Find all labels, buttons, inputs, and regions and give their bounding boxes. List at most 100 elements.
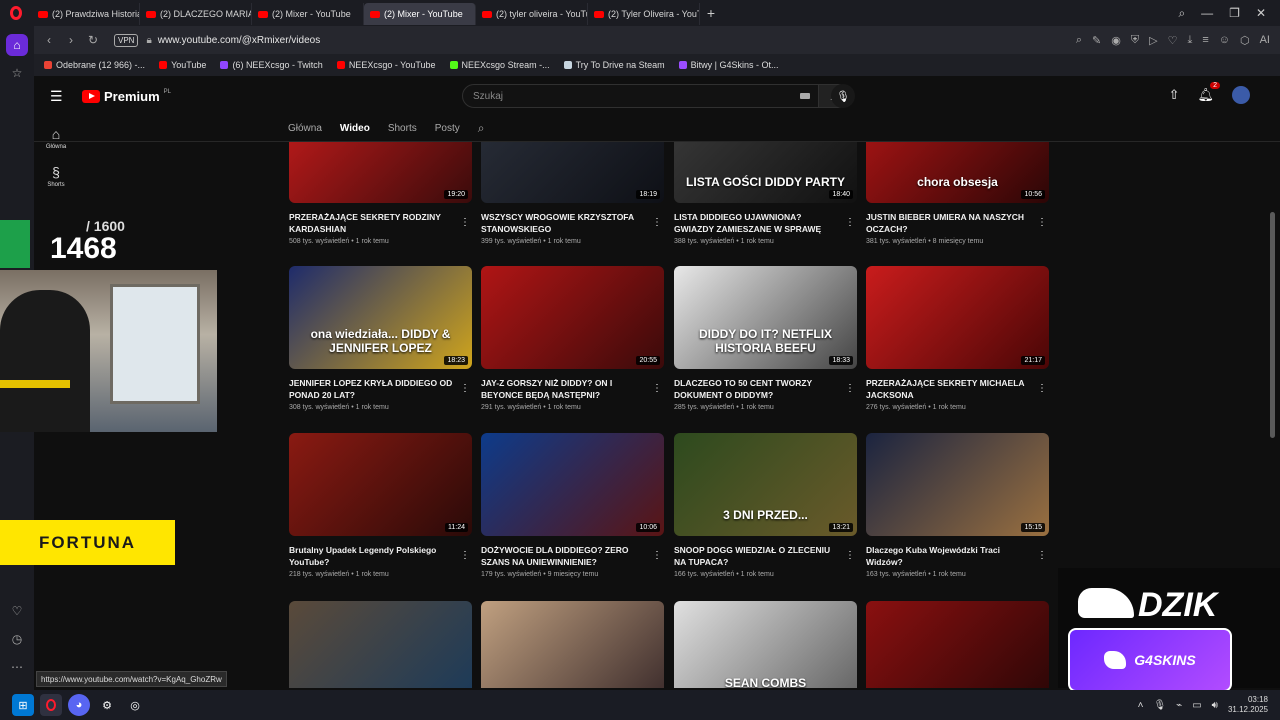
video-card[interactable]: 10:06 DOŻYWOCIE DLA DIDDIEGO? ZERO SZANS … xyxy=(481,433,664,578)
search-input[interactable]: Szukaj xyxy=(462,84,819,108)
video-card[interactable]: 19:20 PRZERAŻAJĄCE SEKRETY RODZINY KARDAS… xyxy=(289,142,472,245)
steam-icon[interactable]: ⚙ xyxy=(96,694,118,716)
browser-tab[interactable]: (2) Prawdziwa Historia Wy xyxy=(32,3,140,25)
forward-icon[interactable]: › xyxy=(60,33,82,47)
tray-chevron-icon[interactable]: ˄ xyxy=(1138,700,1144,711)
video-card[interactable]: ona wiedziała... DIDDY & JENNIFER LOPEZ 1… xyxy=(289,266,472,411)
video-card[interactable] xyxy=(481,601,664,688)
video-card[interactable]: 15:15 Dlaczego Kuba Wojewódzki Traci Widz… xyxy=(866,433,1049,578)
video-menu-icon[interactable]: ⋮ xyxy=(1037,217,1047,228)
tab-search-icon[interactable]: ⌕ xyxy=(1178,6,1185,21)
bookmark-neex-kick[interactable]: NEEXcsgo Stream -... xyxy=(449,60,550,70)
video-thumbnail[interactable]: 10:06 xyxy=(481,433,664,536)
bookmark-g4skins[interactable]: Bitwy | G4Skins - Ot... xyxy=(678,60,778,70)
network-icon[interactable]: ▭ xyxy=(1192,700,1201,711)
maximize-button[interactable]: ❐ xyxy=(1229,6,1240,20)
video-thumbnail[interactable] xyxy=(289,601,472,688)
bookmark-neex-youtube[interactable]: NEEXcsgo - YouTube xyxy=(336,60,436,70)
hamburger-menu-icon[interactable]: ☰ xyxy=(50,88,72,105)
video-card[interactable]: 11:24 Brutalny Upadek Legendy Polskiego Y… xyxy=(289,433,472,578)
video-thumbnail[interactable]: 20:55 xyxy=(481,266,664,369)
tab-home[interactable]: Główna xyxy=(288,123,322,134)
heart-icon[interactable]: ♡ xyxy=(1168,34,1178,47)
usb-icon[interactable]: ⌁ xyxy=(1176,700,1182,711)
tab-posts[interactable]: Posty xyxy=(435,123,460,134)
play-icon[interactable]: ▷ xyxy=(1149,34,1157,47)
video-thumbnail[interactable]: 11:24 xyxy=(289,433,472,536)
browser-tab[interactable]: (2) Mixer - YouTube xyxy=(252,3,364,25)
avatar[interactable] xyxy=(1232,86,1250,104)
video-title[interactable]: JUSTIN BIEBER UMIERA NA NASZYCH OCZACH? xyxy=(866,211,1031,235)
video-card[interactable]: 21:17 PRZERAŻAJĄCE SEKRETY MICHAELA JACKS… xyxy=(866,266,1049,411)
vpn-badge[interactable]: VPN xyxy=(114,33,139,47)
video-card[interactable] xyxy=(866,601,1049,688)
camera-icon[interactable]: ◉ xyxy=(1111,34,1121,47)
video-title[interactable]: LISTA DIDDIEGO UJAWNIONA? GWIAZDY ZAMIES… xyxy=(674,211,839,235)
clock[interactable]: 03:18 31.12.2025 xyxy=(1228,695,1268,715)
opera-history-icon[interactable]: ◷ xyxy=(6,628,28,650)
browser-tab-active[interactable]: (2) Mixer - YouTube xyxy=(364,3,476,25)
video-title[interactable]: WSZYSCY WROGOWIE KRZYSZTOFA STANOWSKIEGO xyxy=(481,211,646,235)
windows-start-icon[interactable]: ⊞ xyxy=(12,694,34,716)
video-title[interactable]: JAY-Z GORSZY NIŻ DIDDY? ON I BEYONCE BĘD… xyxy=(481,377,646,401)
video-menu-icon[interactable]: ⋮ xyxy=(460,550,470,561)
close-window-button[interactable]: ✕ xyxy=(1256,6,1266,20)
video-title[interactable]: PRZERAŻAJĄCE SEKRETY MICHAELA JACKSONA xyxy=(866,377,1031,401)
reload-icon[interactable]: ↻ xyxy=(82,33,104,47)
video-thumbnail[interactable]: 15:15 xyxy=(866,433,1049,536)
video-menu-icon[interactable]: ⋮ xyxy=(1037,550,1047,561)
search-page-icon[interactable]: ⌕ xyxy=(1076,34,1082,47)
opera-heart-icon[interactable]: ♡ xyxy=(6,600,28,622)
opera-taskbar-icon[interactable] xyxy=(40,694,62,716)
video-menu-icon[interactable]: ⋮ xyxy=(652,217,662,228)
notifications-button[interactable]: 🔔︎ 2 xyxy=(1197,82,1220,103)
bookmark-steam[interactable]: Try To Drive na Steam xyxy=(563,60,665,70)
tab-videos[interactable]: Wideo xyxy=(340,123,370,134)
video-menu-icon[interactable]: ⋮ xyxy=(845,383,855,394)
discord-icon[interactable]: ◕ xyxy=(68,694,90,716)
video-card[interactable]: 18:19 WSZYSCY WROGOWIE KRZYSZTOFA STANOWS… xyxy=(481,142,664,245)
video-menu-icon[interactable]: ⋮ xyxy=(652,383,662,394)
video-card[interactable]: 3 DNI PRZED... 13:21 SNOOP DOGG WIEDZIAŁ O… xyxy=(674,433,857,578)
browser-tab[interactable]: (2) tyler oliveira - YouTube xyxy=(476,3,588,25)
video-menu-icon[interactable]: ⋮ xyxy=(1037,383,1047,394)
video-title[interactable]: PRZERAŻAJĄCE SEKRETY RODZINY KARDASHIAN xyxy=(289,211,454,235)
tab-shorts[interactable]: Shorts xyxy=(388,123,417,134)
video-thumbnail[interactable]: 21:17 xyxy=(866,266,1049,369)
youtube-premium-logo[interactable]: Premium PL xyxy=(82,89,171,104)
video-thumbnail[interactable]: 3 DNI PRZED... 13:21 xyxy=(674,433,857,536)
video-title[interactable]: Dlaczego Kuba Wojewódzki Traci Widzów? xyxy=(866,544,1031,568)
bookmark-youtube[interactable]: YouTube xyxy=(159,60,206,70)
video-menu-icon[interactable]: ⋮ xyxy=(460,383,470,394)
bookmark-twitch[interactable]: (6) NEEXcsgo - Twitch xyxy=(220,60,323,70)
scrollbar-thumb[interactable] xyxy=(1270,212,1275,438)
video-title[interactable]: SNOOP DOGG WIEDZIAŁ O ZLECENIU NA TUPACA… xyxy=(674,544,839,568)
video-thumbnail[interactable]: DIDDY DO IT? NETFLIX HISTORIA BEEFU 18:33 xyxy=(674,266,857,369)
video-card[interactable]: LISTA GOŚCI DIDDY PARTY 18:40 LISTA DIDDIE… xyxy=(674,142,857,245)
video-card[interactable]: chora obsesja 10:56 JUSTIN BIEBER UMIERA N… xyxy=(866,142,1049,245)
shield-icon[interactable]: ⛨ xyxy=(1131,34,1139,47)
opera-pinboard-icon[interactable]: ☆ xyxy=(6,62,28,84)
voice-search-button[interactable]: 🎙︎ xyxy=(831,84,855,108)
mic-tray-icon[interactable]: 🎙︎ xyxy=(1153,700,1166,711)
video-title[interactable]: JENNIFER LOPEZ KRYŁA DIDDIEGO OD PONAD 2… xyxy=(289,377,454,401)
new-tab-button[interactable]: + xyxy=(700,2,722,24)
app-icon[interactable]: ◎ xyxy=(124,694,146,716)
video-thumbnail[interactable]: 18:19 xyxy=(481,142,664,203)
video-menu-icon[interactable]: ⋮ xyxy=(460,217,470,228)
video-thumbnail[interactable]: chora obsesja 10:56 xyxy=(866,142,1049,203)
channel-search-icon[interactable]: ⌕ xyxy=(478,121,485,136)
video-menu-icon[interactable]: ⋮ xyxy=(845,550,855,561)
extensions-icon[interactable]: ⬡ xyxy=(1240,34,1250,47)
video-menu-icon[interactable]: ⋮ xyxy=(845,217,855,228)
upload-icon[interactable]: ⇧ xyxy=(1169,87,1180,103)
ai-button[interactable]: AI xyxy=(1260,34,1270,47)
volume-icon[interactable]: 🔊︎ xyxy=(1212,700,1218,711)
video-menu-icon[interactable]: ⋮ xyxy=(652,550,662,561)
video-title[interactable]: DOŻYWOCIE DLA DIDDIEGO? ZERO SZANS NA UN… xyxy=(481,544,646,568)
video-thumbnail[interactable]: LISTA GOŚCI DIDDY PARTY 18:40 xyxy=(674,142,857,203)
video-card[interactable]: 20:55 JAY-Z GORSZY NIŻ DIDDY? ON I BEYONC… xyxy=(481,266,664,411)
opera-menu-button[interactable] xyxy=(0,0,32,26)
video-title[interactable]: Brutalny Upadek Legendy Polskiego YouTub… xyxy=(289,544,454,568)
video-card[interactable]: SEAN COMBS xyxy=(674,601,857,688)
